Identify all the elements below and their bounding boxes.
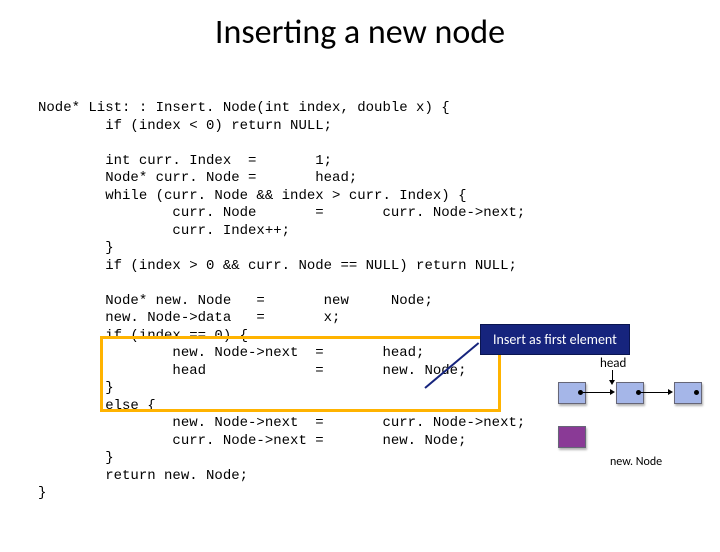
pointer-dot (694, 390, 699, 395)
new-node (558, 426, 586, 448)
next-arrow (583, 392, 611, 393)
slide-title: Inserting a new node (0, 12, 720, 53)
arrow-head-icon (668, 389, 673, 395)
callout-box: Insert as first element (480, 324, 630, 355)
head-label: head (600, 356, 626, 371)
arrow-head-icon (609, 380, 615, 385)
code-listing: Node* List: : Insert. Node(int index, do… (38, 100, 525, 503)
arrow-head-icon (610, 389, 615, 395)
callout-text: Insert as first element (493, 331, 617, 348)
next-arrow (641, 392, 669, 393)
newnode-label: new. Node (610, 455, 662, 469)
